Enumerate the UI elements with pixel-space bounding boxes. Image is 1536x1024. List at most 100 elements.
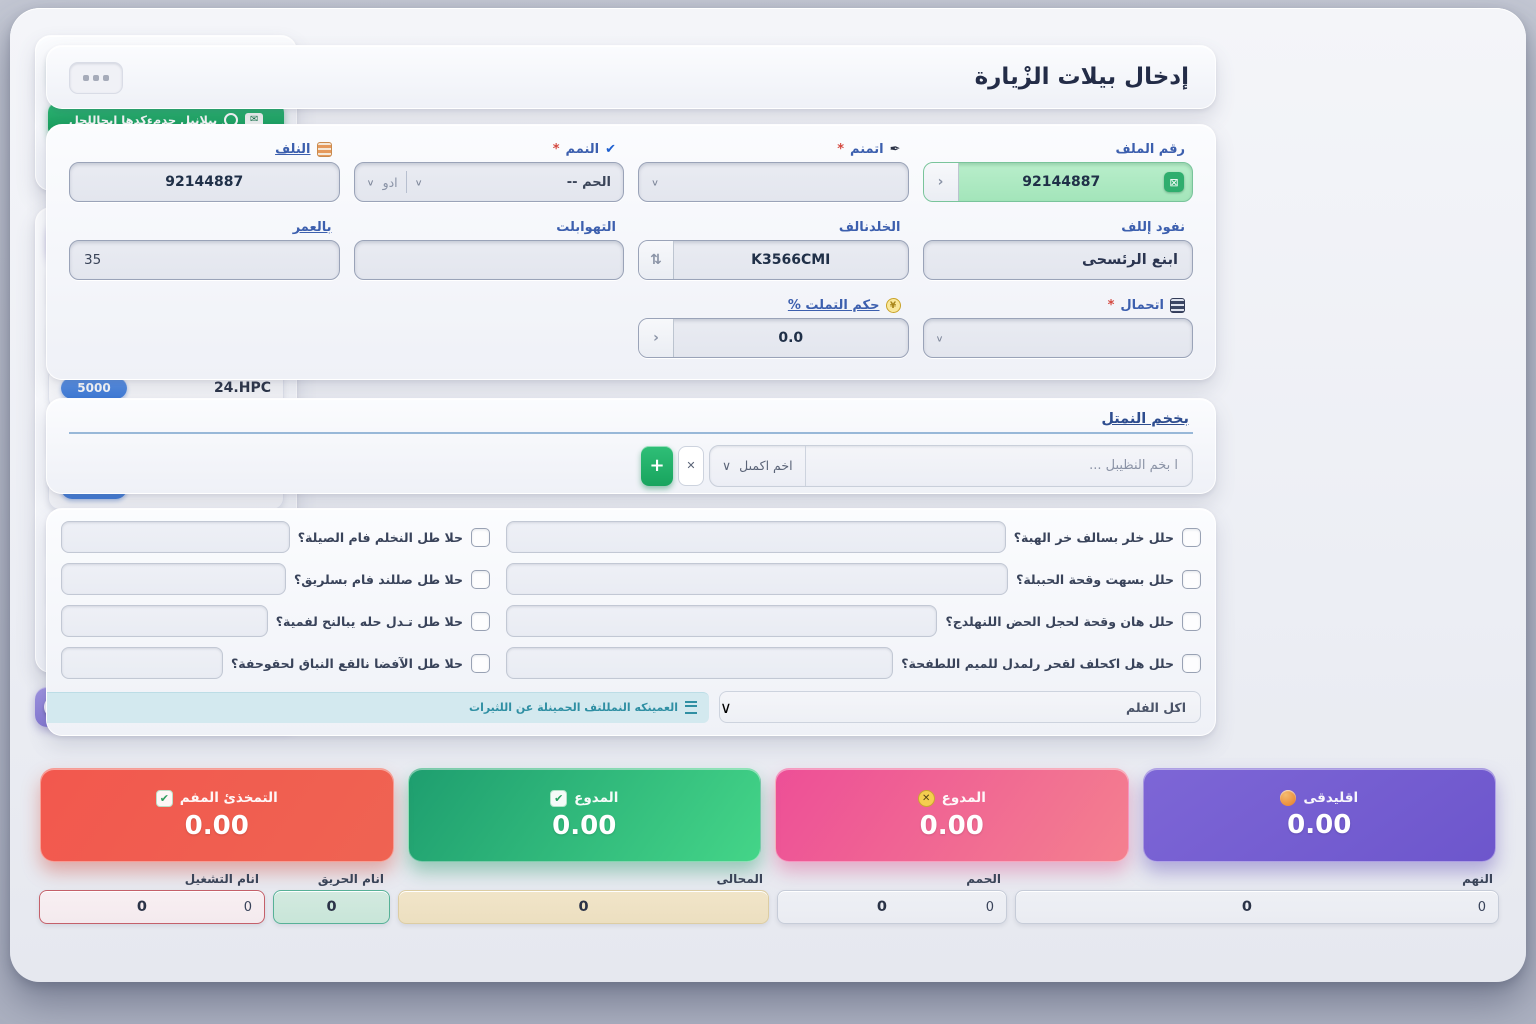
visit-form-card: رقم الملف ⊠ 92144887 ‹ ✒ اتمنم * <box>46 124 1216 380</box>
required-mark: * <box>1108 298 1115 313</box>
question-input[interactable] <box>61 647 223 679</box>
totals-row: النهم 0 0 الحمم 0 0 المحالى 0 <box>37 872 1499 924</box>
question-label: حلا طل الآفضا نالقع النباق لحقوحفة؟ <box>231 656 463 671</box>
app-window: يحد عن النحبلل ✉ بيلانبل حدمءكدها إيحالل… <box>0 0 1536 1024</box>
question-checkbox[interactable] <box>1182 570 1201 589</box>
current-field-label: المحالى <box>398 872 769 890</box>
name-combo-select[interactable]: -- الحم ∨ ادو ∨ <box>354 162 625 202</box>
name-combo-secondary: ادو <box>383 175 398 190</box>
summary-card-paid: المدوع ✔ 0.00 <box>408 768 762 862</box>
list-icon <box>685 701 697 714</box>
app-frame: يحد عن النحبلل ✉ بيلانبل حدمءكدها إيحالل… <box>10 8 1526 982</box>
question-input[interactable] <box>506 605 937 637</box>
total-label: اتحمال * <box>923 293 1194 318</box>
field-name: ✔ النمم * -- الحم ∨ ادو ∨ <box>354 137 625 202</box>
tests-picker-row: ا بخم النظيبل ... اخم اكمىل ∨ ✕ + <box>641 445 1193 487</box>
cross-box-icon: ⊠ <box>1164 172 1184 192</box>
discount-input[interactable]: 0.0 ‹ <box>638 318 909 358</box>
notebook-icon <box>1170 298 1185 313</box>
menu-dots-button[interactable] <box>69 62 123 94</box>
code-input[interactable]: K3566CMI ⇅ <box>638 240 909 280</box>
current-field-input[interactable]: 0 <box>398 890 769 924</box>
summary-card-remaining: اقليدقى 0.00 <box>1143 768 1497 862</box>
question-input[interactable] <box>506 647 893 679</box>
questions-card: حلل خلر بسالف خر الهبة؟ حلا طل النخلم فا… <box>46 508 1216 736</box>
summary-card-label: التمخذئ المفم <box>180 790 278 806</box>
question-input[interactable] <box>506 521 1006 553</box>
question-checkbox[interactable] <box>471 528 490 547</box>
question-row: حلل بسهت وقحة الحببلة؟ <box>506 563 1201 595</box>
field-discount: ¥ حكم التملت % 0.0 ‹ <box>638 293 909 358</box>
required-mark: * <box>837 142 844 157</box>
test-picker-select[interactable]: ا بخم النظيبل ... اخم اكمىل ∨ <box>709 445 1193 487</box>
total-field-input[interactable]: 0 0 <box>1015 890 1499 924</box>
question-input[interactable] <box>61 605 268 637</box>
question-input[interactable] <box>61 563 286 595</box>
question-checkbox[interactable] <box>1182 612 1201 631</box>
test-picker-filter[interactable]: اخم اكمىل ∨ <box>710 446 806 486</box>
discount-value: 0.0 <box>674 330 908 346</box>
question-row: حلل هل اكحلف لقحر رلمدل للميم اللطفحة؟ <box>506 647 1201 679</box>
current-field-block: المحالى 0 <box>398 872 769 924</box>
run-days-input[interactable]: 0 0 <box>39 890 265 924</box>
chevron-down-icon: ∨ <box>720 698 732 717</box>
summary-card-due: التمخذئ المفم ✔ 0.00 <box>40 768 394 862</box>
phones-input[interactable] <box>354 240 625 280</box>
tests-picker-card: بخخم النمتل ا بخم النظيبل ... اخم اكمىل … <box>46 398 1216 494</box>
question-row: حلا طل النخلم فام الصيلة؟ <box>61 521 490 553</box>
question-row: حلا طل الآفضا نالقع النباق لحقوحفة؟ <box>61 647 490 679</box>
file-number-input[interactable]: ⊠ 92144887 ‹ <box>923 162 1194 202</box>
clear-button[interactable]: ✕ <box>678 446 704 486</box>
question-label: حلل خلر بسالف خر الهبة؟ <box>1014 530 1174 545</box>
page-title: إدخال بيلات الزْيارة <box>975 64 1189 90</box>
chevron-left-icon[interactable]: ‹ <box>924 163 959 201</box>
donor-select[interactable]: ∨ <box>638 162 909 202</box>
questions-footer: اكل الفلم ∨ العمينكه النمللتف الحمينلة ع… <box>61 691 1201 723</box>
question-label: حلا طل تـدل حله يبالنح لفمية؟ <box>276 614 463 629</box>
question-row: حلل خلر بسالف خر الهبة؟ <box>506 521 1201 553</box>
field-file-ref: النلف 92144887 <box>69 137 340 202</box>
question-checkbox[interactable] <box>471 612 490 631</box>
question-checkbox[interactable] <box>471 654 490 673</box>
chevron-down-icon: ∨ <box>651 177 659 187</box>
summary-card-unpaid: المدوع ✕ 0.00 <box>775 768 1129 862</box>
notebook-icon <box>317 142 332 157</box>
question-row: حلل هان وقحة لحجل الحض اللنهلدج؟ <box>506 605 1201 637</box>
question-checkbox[interactable] <box>471 570 490 589</box>
burn-days-block: انام الحريق 0 <box>273 872 390 924</box>
add-test-button[interactable]: + <box>641 446 673 486</box>
field-file-number: رقم الملف ⊠ 92144887 ‹ <box>923 137 1194 202</box>
total-select[interactable]: ∨ <box>923 318 1194 358</box>
file-ref-input[interactable]: 92144887 <box>69 162 340 202</box>
summary-card-value: 0.00 <box>1287 810 1351 840</box>
age-input[interactable]: 35 <box>69 240 340 280</box>
x-icon: ✕ <box>686 459 695 472</box>
divider <box>406 171 407 193</box>
summary-card-label: المدوع <box>574 790 618 806</box>
chevron-left-icon[interactable]: ‹ <box>639 319 674 357</box>
question-input[interactable] <box>506 563 1008 595</box>
summary-card-value: 0.00 <box>185 811 249 841</box>
heart-select[interactable]: اكل الفلم ∨ <box>719 691 1201 723</box>
question-checkbox[interactable] <box>1182 528 1201 547</box>
branch-label: نفود إللف <box>923 215 1194 240</box>
question-label: حلا طل النخلم فام الصيلة؟ <box>298 530 463 545</box>
discount-field-input[interactable]: 0 0 <box>777 890 1007 924</box>
total-field-block: النهم 0 0 <box>1015 872 1499 924</box>
field-code: الخلدنالف K3566CMI ⇅ <box>638 215 909 280</box>
question-checkbox[interactable] <box>1182 654 1201 673</box>
name-combo-value: -- الحم <box>567 175 611 190</box>
check-square-icon: ✔ <box>156 790 173 807</box>
file-ref-label: النلف <box>69 137 340 162</box>
summary-cards: اقليدقى 0.00 المدوع ✕ 0.00 المدوع ✔ 0.00 <box>40 768 1496 862</box>
code-label: الخلدنالف <box>638 215 909 240</box>
burn-days-input[interactable]: 0 <box>273 890 390 924</box>
test-price-badge: 5000 <box>61 377 127 399</box>
file-number-value: 92144887 <box>959 174 1165 190</box>
question-input[interactable] <box>61 521 290 553</box>
run-days-block: انام التشغيل 0 0 <box>39 872 265 924</box>
info-banner-text: العمينكه النمللتف الحمينلة عن اللثيرات <box>469 701 678 714</box>
refresh-icon[interactable]: ⇅ <box>639 241 674 279</box>
branch-input[interactable]: ابنع الرئسحى <box>923 240 1194 280</box>
age-label: بالعمر <box>69 215 340 240</box>
